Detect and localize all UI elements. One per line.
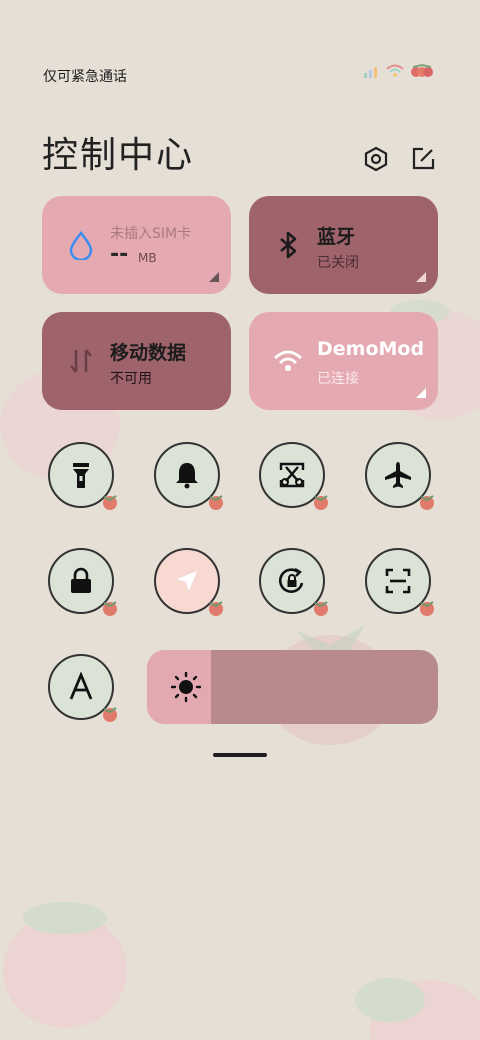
strawberry-badge-icon xyxy=(103,707,117,722)
strawberry-badge-icon xyxy=(314,495,328,510)
scan-toggle[interactable] xyxy=(365,548,434,616)
expand-corner-icon xyxy=(416,272,426,282)
battery-icon xyxy=(411,64,433,77)
font-icon xyxy=(69,672,93,700)
font-size-toggle[interactable] xyxy=(48,654,117,722)
expand-corner-icon xyxy=(416,388,426,398)
strawberry-badge-icon xyxy=(103,601,117,616)
wifi-icon xyxy=(274,350,302,371)
flashlight-toggle[interactable] xyxy=(48,442,117,510)
data-usage-value: -- xyxy=(110,242,129,267)
mobile-data-label: 移动数据 xyxy=(110,342,187,364)
edit-button[interactable] xyxy=(409,145,437,173)
strawberry-decoration xyxy=(3,902,127,1028)
lock-screen-toggle[interactable] xyxy=(48,548,117,616)
page-title: 控制中心 xyxy=(42,135,195,176)
bluetooth-icon xyxy=(280,231,297,259)
screenshot-toggle[interactable] xyxy=(259,442,328,510)
airplane-mode-toggle[interactable] xyxy=(365,442,434,510)
strawberry-badge-icon xyxy=(314,601,328,616)
brightness-slider[interactable] xyxy=(147,650,438,724)
status-icons xyxy=(364,64,434,78)
bluetooth-tile[interactable]: 蓝牙 已关闭 xyxy=(249,196,438,294)
settings-icon xyxy=(364,146,388,172)
sim-data-tile[interactable]: 未插入SIM卡 -- MB xyxy=(42,196,231,294)
lock-icon xyxy=(71,567,91,593)
data-usage-unit: MB xyxy=(138,251,157,265)
location-icon xyxy=(177,571,197,591)
sim-status-label: 未插入SIM卡 xyxy=(110,226,192,242)
bluetooth-label: 蓝牙 xyxy=(317,226,356,248)
strawberry-badge-icon xyxy=(209,601,223,616)
rotation-lock-toggle[interactable] xyxy=(259,548,328,616)
rotation-lock-icon xyxy=(278,567,304,593)
expand-corner-icon xyxy=(209,272,219,282)
screenshot-icon xyxy=(279,462,305,488)
sun-icon xyxy=(171,672,201,702)
mobile-data-tile[interactable]: 移动数据 不可用 xyxy=(42,312,231,410)
wifi-tile[interactable]: DemoMod 已连接 xyxy=(249,312,438,410)
mobile-data-status: 不可用 xyxy=(110,371,152,387)
mobile-data-icon xyxy=(70,349,92,373)
bell-icon xyxy=(176,463,198,489)
strawberry-badge-icon xyxy=(209,495,223,510)
strawberry-badge-icon xyxy=(420,495,434,510)
strawberry-badge-icon xyxy=(420,601,434,616)
carrier-status: 仅可紧急通话 xyxy=(43,69,127,85)
strawberry-decoration xyxy=(355,978,480,1040)
water-drop-icon xyxy=(69,231,93,260)
wifi-network-name: DemoMod xyxy=(317,338,425,360)
notification-toggle[interactable] xyxy=(154,442,223,510)
signal-icon xyxy=(364,67,377,78)
drag-handle[interactable] xyxy=(213,753,267,757)
settings-button[interactable] xyxy=(362,145,390,173)
location-toggle[interactable] xyxy=(154,548,223,616)
flashlight-icon xyxy=(73,463,89,488)
airplane-icon xyxy=(385,462,411,488)
bluetooth-status: 已关闭 xyxy=(317,255,359,271)
edit-icon xyxy=(412,147,435,170)
scan-icon xyxy=(385,568,411,594)
strawberry-badge-icon xyxy=(103,495,117,510)
wifi-status: 已连接 xyxy=(317,371,359,387)
wifi-status-icon xyxy=(386,64,404,77)
